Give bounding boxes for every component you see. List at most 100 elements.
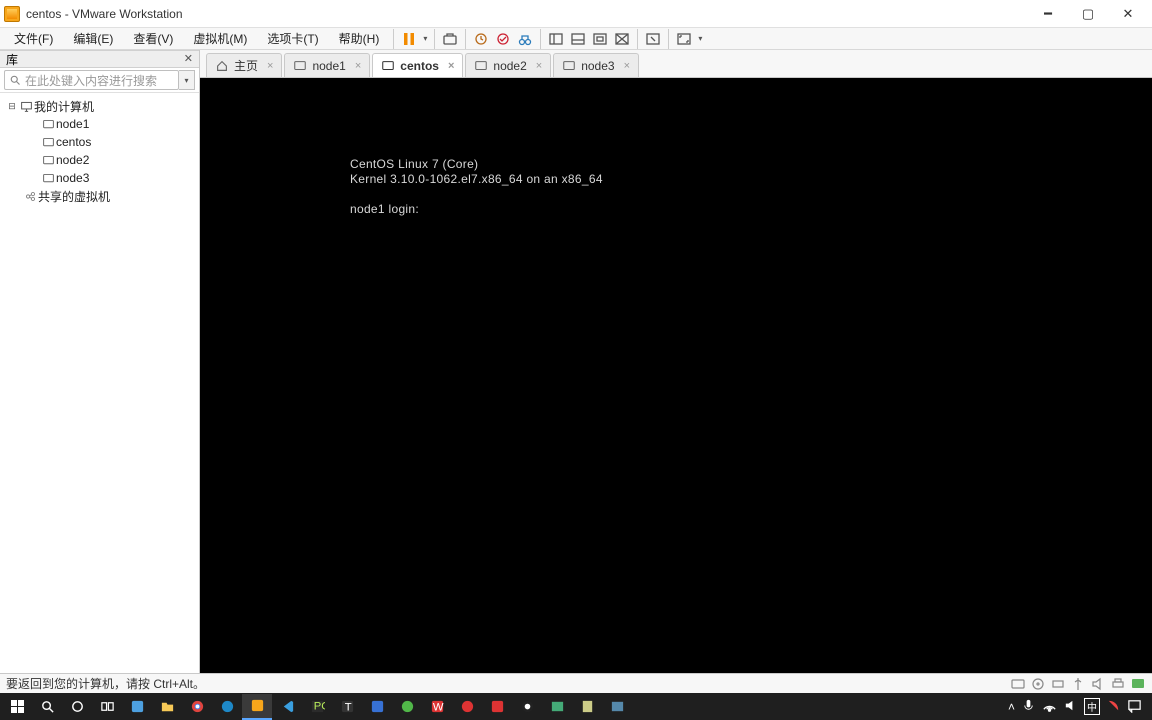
snapshot-manager-button[interactable]: [514, 28, 536, 50]
device-usb-icon[interactable]: [1070, 676, 1086, 692]
taskbar-app[interactable]: [362, 694, 392, 720]
taskbar-app[interactable]: [482, 694, 512, 720]
console-view-button[interactable]: [589, 28, 611, 50]
tray-mic-icon[interactable]: [1021, 698, 1036, 716]
search-row: 在此处键入内容进行搜索 ▾: [0, 68, 199, 93]
library-panel: 库 ✕ 在此处键入内容进行搜索 ▾ ⊟ 我的计算机 node1 centos n…: [0, 50, 200, 673]
device-cd-icon[interactable]: [1030, 676, 1046, 692]
taskbar-app[interactable]: T: [332, 694, 362, 720]
thumbnail-toggle-button[interactable]: [567, 28, 589, 50]
tab-node2[interactable]: node2 ×: [465, 53, 551, 77]
tray-chevron-icon[interactable]: ˄: [1008, 700, 1015, 714]
vm-icon: [293, 59, 307, 73]
vm-console[interactable]: CentOS Linux 7 (Core) Kernel 3.10.0-1062…: [200, 78, 1152, 673]
menubar: 文件(F) 编辑(E) 查看(V) 虚拟机(M) 选项卡(T) 帮助(H) ▾ …: [0, 28, 1152, 50]
taskbar-pycharm[interactable]: PC: [302, 694, 332, 720]
taskbar-edge[interactable]: [212, 694, 242, 720]
taskbar-app[interactable]: [122, 694, 152, 720]
device-hdd-icon[interactable]: [1010, 676, 1026, 692]
device-net-icon[interactable]: [1050, 676, 1066, 692]
tab-close-icon[interactable]: ×: [536, 60, 542, 72]
device-display-icon[interactable]: [1130, 676, 1146, 692]
tab-label: centos: [400, 59, 439, 73]
tab-home[interactable]: 主页 ×: [206, 53, 282, 77]
tray-network-icon[interactable]: [1042, 698, 1057, 716]
menu-file[interactable]: 文件(F): [4, 28, 63, 49]
taskbar-wps[interactable]: W: [422, 694, 452, 720]
taskbar-explorer[interactable]: [152, 694, 182, 720]
tree-shared-vms[interactable]: 共享的虚拟机: [0, 187, 199, 205]
menu-edit[interactable]: 编辑(E): [63, 28, 123, 49]
close-button[interactable]: ✕: [1108, 2, 1148, 26]
separator: [540, 29, 541, 49]
tab-node1[interactable]: node1 ×: [284, 53, 370, 77]
svg-text:W: W: [432, 701, 443, 713]
tree-root-mycomputer[interactable]: ⊟ 我的计算机: [0, 97, 199, 115]
device-sound-icon[interactable]: [1090, 676, 1106, 692]
search-button[interactable]: [32, 694, 62, 720]
tab-close-icon[interactable]: ×: [624, 60, 630, 72]
library-close-icon[interactable]: ✕: [184, 54, 193, 64]
taskbar-app[interactable]: [602, 694, 632, 720]
device-printer-icon[interactable]: [1110, 676, 1126, 692]
tab-label: node2: [493, 59, 526, 73]
taskbar-app[interactable]: [452, 694, 482, 720]
taskbar-chrome[interactable]: [182, 694, 212, 720]
search-input[interactable]: 在此处键入内容进行搜索: [4, 70, 179, 90]
start-button[interactable]: [2, 694, 32, 720]
unity-button[interactable]: [611, 28, 633, 50]
search-icon: [9, 74, 21, 86]
taskbar-app[interactable]: [542, 694, 572, 720]
window-controls: ━ ▢ ✕: [1028, 2, 1148, 26]
tree-item-node2[interactable]: node2: [0, 151, 199, 169]
taskbar-app[interactable]: [572, 694, 602, 720]
send-ctrl-alt-del-button[interactable]: [439, 28, 461, 50]
tree-item-node1[interactable]: node1: [0, 115, 199, 133]
tray-volume-icon[interactable]: [1063, 698, 1078, 716]
tab-node3[interactable]: node3 ×: [553, 53, 639, 77]
statusbar: 要返回到您的计算机，请按 Ctrl+Alt。: [0, 673, 1152, 693]
tray-ime[interactable]: 中: [1084, 698, 1100, 715]
tree-item-node3[interactable]: node3: [0, 169, 199, 187]
fullscreen-button[interactable]: [673, 28, 695, 50]
taskbar-vscode[interactable]: [272, 694, 302, 720]
tab-centos[interactable]: centos ×: [372, 53, 463, 77]
windows-taskbar: PC T W ˄ 中: [0, 693, 1152, 720]
snapshot-button[interactable]: [470, 28, 492, 50]
system-tray: ˄ 中: [1008, 698, 1150, 716]
maximize-button[interactable]: ▢: [1068, 2, 1108, 26]
console-line: CentOS Linux 7 (Core): [350, 157, 478, 171]
vm-icon: [40, 118, 56, 131]
taskbar-vmware[interactable]: [242, 694, 272, 720]
separator: [434, 29, 435, 49]
menu-vm[interactable]: 虚拟机(M): [183, 28, 257, 49]
tab-close-icon[interactable]: ×: [267, 60, 273, 72]
menu-view[interactable]: 查看(V): [123, 28, 183, 49]
tree-label: node2: [56, 153, 89, 167]
search-dropdown[interactable]: ▾: [179, 70, 195, 90]
status-icons: [1010, 676, 1146, 692]
svg-text:T: T: [344, 701, 351, 713]
taskview-button[interactable]: [92, 694, 122, 720]
tray-notifications-icon[interactable]: [1127, 698, 1142, 716]
tree-label: centos: [56, 135, 91, 149]
taskbar-app[interactable]: [512, 694, 542, 720]
taskbar-app[interactable]: [392, 694, 422, 720]
tray-app-icon[interactable]: [1106, 698, 1121, 716]
search-placeholder: 在此处键入内容进行搜索: [25, 72, 157, 89]
separator: [637, 29, 638, 49]
tree-item-centos[interactable]: centos: [0, 133, 199, 151]
fullscreen-guest-button[interactable]: [642, 28, 664, 50]
tab-close-icon[interactable]: ×: [355, 60, 361, 72]
power-dropdown[interactable]: ▾: [420, 34, 430, 43]
minimize-button[interactable]: ━: [1028, 2, 1068, 26]
library-toggle-button[interactable]: [545, 28, 567, 50]
menu-help[interactable]: 帮助(H): [329, 28, 390, 49]
cortana-button[interactable]: [62, 694, 92, 720]
tab-close-icon[interactable]: ×: [448, 60, 454, 72]
suspend-button[interactable]: [398, 28, 420, 50]
vm-icon: [562, 59, 576, 73]
snapshot-revert-button[interactable]: [492, 28, 514, 50]
fullscreen-dropdown[interactable]: ▾: [695, 34, 705, 43]
menu-tabs[interactable]: 选项卡(T): [257, 28, 328, 49]
